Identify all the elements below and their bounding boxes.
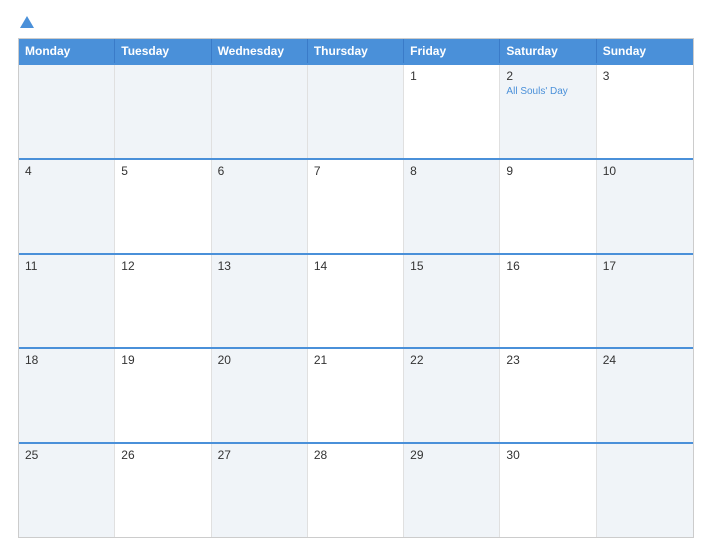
calendar-cell: 7: [308, 160, 404, 253]
day-number: 6: [218, 164, 301, 178]
calendar-cell: 2 All Souls' Day: [500, 65, 596, 158]
calendar-cell: 13: [212, 255, 308, 348]
calendar-cell: 30: [500, 444, 596, 537]
calendar-cell: 9: [500, 160, 596, 253]
calendar-cell: [212, 65, 308, 158]
logo-triangle-icon: [20, 16, 34, 28]
cal-header-day: Wednesday: [212, 39, 308, 63]
day-number: 5: [121, 164, 204, 178]
calendar-header: MondayTuesdayWednesdayThursdayFridaySatu…: [19, 39, 693, 63]
calendar-cell: 25: [19, 444, 115, 537]
day-number: 8: [410, 164, 493, 178]
calendar-week: 456789 10: [19, 158, 693, 253]
calendar-cell: 26: [115, 444, 211, 537]
calendar-week: 25 26 27 28 29 30: [19, 442, 693, 537]
calendar-cell: 23: [500, 349, 596, 442]
day-number: 26: [121, 448, 204, 462]
day-number: 22: [410, 353, 493, 367]
calendar: MondayTuesdayWednesdayThursdayFridaySatu…: [18, 38, 694, 538]
calendar-cell: 18: [19, 349, 115, 442]
day-number: 25: [25, 448, 108, 462]
calendar-cell: 12: [115, 255, 211, 348]
day-number: 19: [121, 353, 204, 367]
calendar-cell: 17: [597, 255, 693, 348]
calendar-cell: 10: [597, 160, 693, 253]
day-number: 29: [410, 448, 493, 462]
calendar-cell: [308, 65, 404, 158]
calendar-cell: 16: [500, 255, 596, 348]
calendar-cell: 14: [308, 255, 404, 348]
day-number: 4: [25, 164, 108, 178]
calendar-cell: 24: [597, 349, 693, 442]
day-number: 18: [25, 353, 108, 367]
day-number: 7: [314, 164, 397, 178]
cal-header-day: Sunday: [597, 39, 693, 63]
calendar-cell: 5: [115, 160, 211, 253]
cal-header-day: Monday: [19, 39, 115, 63]
day-number: 13: [218, 259, 301, 273]
day-number: 30: [506, 448, 589, 462]
calendar-week: 11 12 13 14 15 16 17: [19, 253, 693, 348]
day-number: 1: [410, 69, 493, 83]
calendar-cell: 8: [404, 160, 500, 253]
day-number: 20: [218, 353, 301, 367]
calendar-cell: [115, 65, 211, 158]
calendar-cell: 22: [404, 349, 500, 442]
day-number: 15: [410, 259, 493, 273]
calendar-cell: 15: [404, 255, 500, 348]
day-number: 14: [314, 259, 397, 273]
holiday-label: All Souls' Day: [506, 85, 589, 98]
day-number: 27: [218, 448, 301, 462]
calendar-cell: 19: [115, 349, 211, 442]
day-number: 21: [314, 353, 397, 367]
cal-header-day: Thursday: [308, 39, 404, 63]
calendar-cell: 1: [404, 65, 500, 158]
day-number: 11: [25, 259, 108, 273]
day-number: 12: [121, 259, 204, 273]
calendar-body: 12All Souls' Day345678910111213141516171…: [19, 63, 693, 537]
page: MondayTuesdayWednesdayThursdayFridaySatu…: [0, 0, 712, 550]
calendar-week: 12 All Souls' Day 3: [19, 63, 693, 158]
day-number: 2: [506, 69, 589, 83]
calendar-week: 18 19 20 21 22 23 24: [19, 347, 693, 442]
header: [18, 16, 694, 28]
cal-header-day: Friday: [404, 39, 500, 63]
day-number: 17: [603, 259, 687, 273]
calendar-cell: 28: [308, 444, 404, 537]
calendar-cell: [597, 444, 693, 537]
day-number: 10: [603, 164, 687, 178]
day-number: 3: [603, 69, 687, 83]
day-number: 23: [506, 353, 589, 367]
calendar-cell: 11: [19, 255, 115, 348]
calendar-cell: 6: [212, 160, 308, 253]
day-number: 16: [506, 259, 589, 273]
cal-header-day: Saturday: [500, 39, 596, 63]
logo: [18, 16, 36, 28]
day-number: 28: [314, 448, 397, 462]
cal-header-day: Tuesday: [115, 39, 211, 63]
calendar-cell: 21: [308, 349, 404, 442]
calendar-cell: 29: [404, 444, 500, 537]
day-number: 9: [506, 164, 589, 178]
calendar-cell: [19, 65, 115, 158]
calendar-cell: 4: [19, 160, 115, 253]
calendar-cell: 3: [597, 65, 693, 158]
calendar-cell: 20: [212, 349, 308, 442]
day-number: 24: [603, 353, 687, 367]
calendar-cell: 27: [212, 444, 308, 537]
